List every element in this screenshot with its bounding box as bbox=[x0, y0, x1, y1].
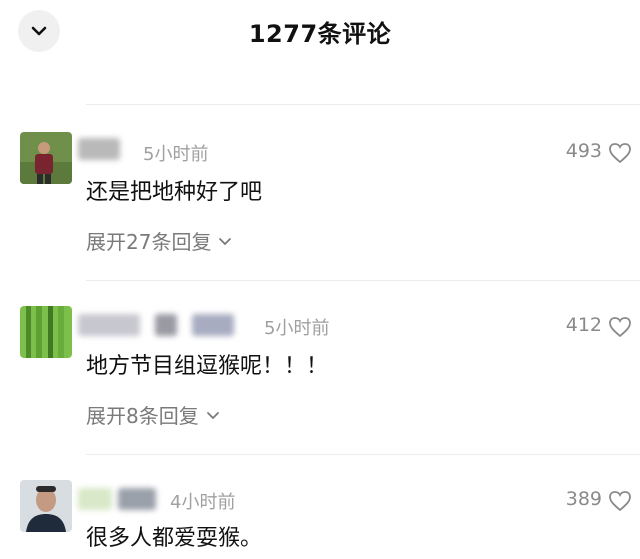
divider bbox=[86, 454, 640, 455]
avatar[interactable] bbox=[20, 306, 72, 358]
comments-header: 1277条评论 bbox=[0, 0, 640, 60]
avatar[interactable] bbox=[20, 480, 72, 532]
like-count: 389 bbox=[565, 488, 602, 510]
avatar[interactable] bbox=[20, 132, 72, 184]
like-count: 412 bbox=[565, 314, 602, 336]
username-blurred[interactable] bbox=[78, 488, 112, 510]
expand-replies-button[interactable]: 展开8条回复 bbox=[86, 400, 221, 429]
username-blurred bbox=[155, 314, 177, 336]
expand-replies-label: 展开27条回复 bbox=[86, 230, 212, 254]
comment-text: 地方节目组逗猴呢！！！ bbox=[86, 354, 329, 379]
username-blurred bbox=[192, 314, 234, 336]
comment-time: 5小时前 bbox=[143, 144, 209, 165]
heart-outline-icon[interactable] bbox=[608, 490, 632, 512]
heart-outline-icon[interactable] bbox=[608, 142, 632, 164]
expand-replies-button[interactable]: 展开27条回复 bbox=[86, 226, 233, 255]
divider bbox=[86, 104, 640, 105]
chevron-down-icon bbox=[206, 411, 219, 419]
chevron-down-icon bbox=[219, 237, 232, 245]
comment-count-title: 1277条评论 bbox=[248, 20, 392, 48]
username-blurred bbox=[118, 488, 156, 510]
comment-time: 4小时前 bbox=[170, 492, 236, 513]
username-blurred[interactable] bbox=[78, 314, 140, 336]
comment-item[interactable]: 5小时前 493 还是把地种好了吧 展开27条回复 bbox=[0, 120, 640, 285]
comment-item[interactable]: 4小时前 389 很多人都爱耍猴。 bbox=[0, 468, 640, 559]
comment-time: 5小时前 bbox=[264, 318, 330, 339]
heart-outline-icon[interactable] bbox=[608, 316, 632, 338]
expand-replies-label: 展开8条回复 bbox=[86, 404, 199, 428]
like-count: 493 bbox=[565, 140, 602, 162]
divider bbox=[86, 280, 640, 281]
username-blurred[interactable] bbox=[78, 138, 120, 160]
comment-text: 还是把地种好了吧 bbox=[86, 180, 263, 205]
comment-text: 很多人都爱耍猴。 bbox=[86, 526, 263, 551]
comment-item[interactable]: 5小时前 412 地方节目组逗猴呢！！！ 展开8条回复 bbox=[0, 294, 640, 454]
